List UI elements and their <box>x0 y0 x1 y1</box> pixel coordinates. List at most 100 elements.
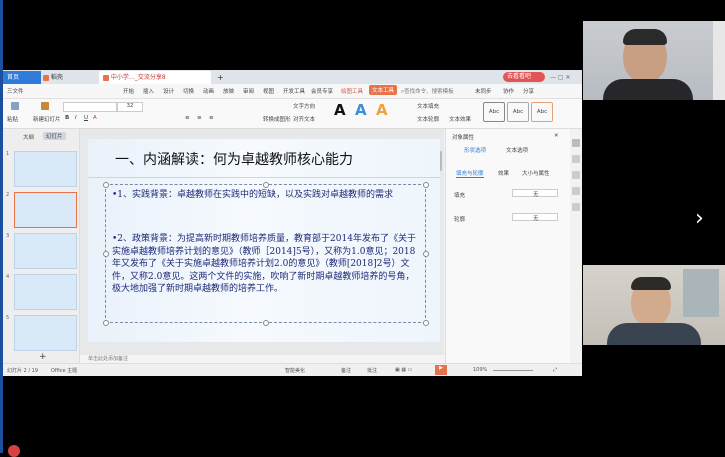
file-menu-button[interactable]: 三文件 <box>7 87 24 95</box>
fit-window-icon[interactable]: ⤢ <box>553 367 557 373</box>
play-slideshow-button[interactable]: ▶ <box>435 365 447 375</box>
new-tab-button[interactable]: + <box>213 71 229 84</box>
ribbon-tab-animation[interactable]: 动画 <box>203 87 214 95</box>
ribbon-tab-drawing-tools[interactable]: 绘图工具 <box>341 87 363 95</box>
slide-thumbnail-4[interactable] <box>14 274 77 310</box>
font-color-button[interactable]: A <box>93 115 97 121</box>
select-tool-icon[interactable] <box>572 155 580 163</box>
comment-toggle-button[interactable]: 批注 <box>367 367 377 374</box>
zoom-slider[interactable] <box>493 370 533 371</box>
tab-document[interactable]: 中小学…_交流分享8 <box>99 71 211 84</box>
search-commands[interactable]: ⌕查找命令、搜索模板 <box>401 87 454 96</box>
font-name-select[interactable] <box>63 102 117 112</box>
font-size-select[interactable]: 32 <box>117 102 143 112</box>
ribbon-tab-view[interactable]: 视图 <box>263 87 274 95</box>
resize-handle[interactable] <box>423 251 429 257</box>
tab-text-options[interactable]: 文本选项 <box>506 146 528 154</box>
ribbon-tab-design[interactable]: 设计 <box>163 87 174 95</box>
paste-button[interactable]: 粘贴 <box>7 115 18 123</box>
next-page-chevron-icon[interactable]: › <box>695 206 704 231</box>
animation-tool-icon[interactable] <box>572 171 580 179</box>
ribbon-tab-member[interactable]: 会员专享 <box>311 87 333 95</box>
text-style-sample-blue[interactable]: A <box>355 101 367 119</box>
ribbon-tab-devtools[interactable]: 开发工具 <box>283 87 305 95</box>
smart-beautify-button[interactable]: 智能美化 <box>285 367 305 374</box>
convert-smartart-button[interactable]: 转换成图形 <box>263 115 291 123</box>
resize-handle[interactable] <box>103 320 109 326</box>
participant-body <box>603 79 693 100</box>
text-fill-button[interactable]: 文本填充 <box>417 102 439 110</box>
text-direction-button[interactable]: 文字方向 <box>293 102 315 110</box>
resize-handle[interactable] <box>103 251 109 257</box>
tab-shape-options[interactable]: 形状选项 <box>464 146 486 154</box>
shape-style-2[interactable]: Abc <box>507 102 529 122</box>
underline-button[interactable]: U <box>84 115 88 121</box>
text-style-sample-black[interactable]: A <box>334 101 346 119</box>
slide-number: 5 <box>6 315 10 321</box>
subtab-effects[interactable]: 效果 <box>498 169 509 177</box>
tab-docer[interactable]: 稻壳 <box>39 71 87 84</box>
properties-tool-icon[interactable] <box>572 139 580 147</box>
resize-handle[interactable] <box>263 320 269 326</box>
backup-tool-icon[interactable] <box>572 187 580 195</box>
slide-thumbnail-2[interactable] <box>14 192 77 228</box>
slide-thumbnail-3[interactable] <box>14 233 77 269</box>
notes-placeholder: 单击此处添加备注 <box>88 356 129 362</box>
fill-select[interactable]: 无 <box>512 189 558 198</box>
content-text-box[interactable]: •1、实践背景：卓越教师在实践中的短缺，以及实践对卓越教师的需求 •2、政策背景… <box>103 182 429 326</box>
align-left-icon[interactable]: ≡ <box>185 115 190 121</box>
sync-status[interactable]: 未同步 <box>475 87 492 95</box>
text-outline-button[interactable]: 文本轮廓 <box>417 115 439 123</box>
tab-slides[interactable]: 幻灯片 <box>43 132 66 140</box>
search-label: 查找命令、搜索模板 <box>404 89 454 95</box>
shape-style-3[interactable]: Abc <box>531 102 553 122</box>
text-style-sample-orange[interactable]: A <box>376 101 388 119</box>
ribbon-tab-slideshow[interactable]: 放映 <box>223 87 234 95</box>
align-right-icon[interactable]: ≡ <box>209 115 214 121</box>
add-slide-button[interactable]: + <box>39 352 47 362</box>
text-effect-button[interactable]: 文本效果 <box>449 115 471 123</box>
help-tool-icon[interactable] <box>572 203 580 211</box>
slide-title[interactable]: 一、内涵解读：何为卓越教师核心能力 <box>115 149 353 169</box>
view-normal-icon[interactable]: ▣ ▦ ▭ <box>395 367 412 373</box>
ribbon-tab-transition[interactable]: 切换 <box>183 87 194 95</box>
align-center-icon[interactable]: ≡ <box>197 115 202 121</box>
ribbon-tab-start[interactable]: 开始 <box>123 87 134 95</box>
slide-number: 3 <box>6 233 10 239</box>
ribbon-tab-insert[interactable]: 插入 <box>143 87 154 95</box>
resize-handle[interactable] <box>263 182 269 188</box>
subtab-fill-outline[interactable]: 填充与轮廓 <box>456 169 484 178</box>
participant-video-1[interactable] <box>583 21 725 100</box>
align-text-button[interactable]: 对齐文本 <box>293 115 315 123</box>
ribbon-tab-review[interactable]: 审阅 <box>243 87 254 95</box>
ribbon-tab-text-tools[interactable]: 文本工具 <box>369 85 398 95</box>
shape-style-1[interactable]: Abc <box>483 102 505 122</box>
participant-video-2[interactable] <box>583 265 725 345</box>
object-properties-pane: 对象属性 ✕ 形状选项 文本选项 填充与轮廓 效果 大小与属性 填充 无 轮廓 … <box>445 129 571 363</box>
italic-button[interactable]: I <box>75 115 77 121</box>
resize-handle[interactable] <box>423 320 429 326</box>
new-slide-button[interactable]: 新建幻灯片 <box>33 115 61 123</box>
tab-home[interactable]: 首页 <box>3 71 41 84</box>
paste-icon <box>11 102 19 110</box>
outline-label: 轮廓 <box>454 217 466 223</box>
docer-icon <box>43 74 49 81</box>
resize-handle[interactable] <box>423 182 429 188</box>
close-pane-icon[interactable]: ✕ <box>554 133 559 139</box>
screen-edge-bar <box>0 0 3 453</box>
notes-toggle-button[interactable]: 备注 <box>341 367 351 374</box>
slide-number: 1 <box>6 151 10 157</box>
collaborate-button[interactable]: 协作 <box>503 87 514 95</box>
theme-name: Office 主题 <box>51 368 78 374</box>
subtab-size-properties[interactable]: 大小与属性 <box>522 169 550 177</box>
share-button[interactable]: 分享 <box>523 87 534 95</box>
bold-button[interactable]: B <box>65 115 69 121</box>
slide-thumbnail-1[interactable] <box>14 151 77 187</box>
outline-select[interactable]: 无 <box>512 213 558 222</box>
tab-outline[interactable]: 大纲 <box>23 133 34 141</box>
window-controls[interactable]: — ▢ ✕ <box>546 71 582 84</box>
slide-thumbnail-5[interactable] <box>14 315 77 351</box>
notes-area[interactable]: 单击此处添加备注 <box>80 355 444 363</box>
promo-button[interactable]: 去看看吧 <box>503 72 545 82</box>
resize-handle[interactable] <box>103 182 109 188</box>
